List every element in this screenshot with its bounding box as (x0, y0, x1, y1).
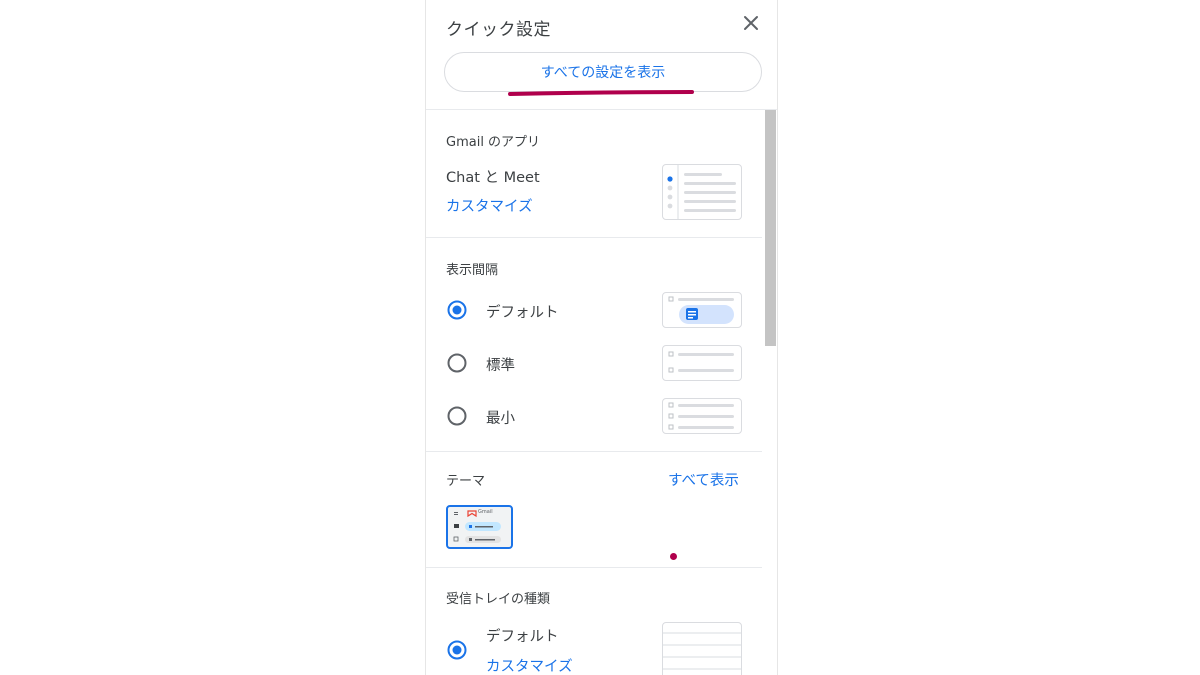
chat-meet-customize-link[interactable]: カスタマイズ (446, 195, 533, 216)
inbox-type-title: 受信トレイの種類 (446, 592, 551, 607)
theme-title: テーマ (446, 474, 486, 489)
inbox-type-section: 受信トレイの種類 デフォルト カスタマイズ (426, 568, 762, 675)
density-compact-radio[interactable] (446, 405, 468, 427)
all-settings-button[interactable]: すべての設定を表示 (444, 52, 762, 92)
highlight-underline (508, 90, 694, 96)
theme-view-all-link[interactable]: すべて表示 (668, 469, 739, 490)
panel-header: クイック設定 すべての設定を表示 (426, 0, 777, 110)
annotation-dot (670, 553, 677, 560)
density-default-preview-icon (668, 296, 734, 324)
density-compact-preview (662, 398, 742, 434)
density-title: 表示間隔 (446, 263, 499, 278)
theme-preview-logo-text: Gmail (478, 509, 493, 515)
theme-preview[interactable]: Gmail (446, 505, 513, 549)
density-standard-preview-icon (668, 351, 734, 373)
radio-unchecked-icon (447, 406, 467, 426)
inbox-default-radio[interactable] (446, 639, 468, 661)
inbox-default-label[interactable]: デフォルト (486, 625, 559, 646)
density-default-label[interactable]: デフォルト (486, 301, 559, 322)
quick-settings-panel: クイック設定 すべての設定を表示 Gmail のアプリ Chat と Meet … (425, 0, 778, 675)
density-compact-preview-icon (668, 402, 734, 430)
density-standard-label[interactable]: 標準 (486, 354, 515, 375)
density-standard-preview (662, 345, 742, 381)
density-default-preview (662, 292, 742, 328)
radio-unchecked-icon (447, 353, 467, 373)
chat-meet-label: Chat と Meet (446, 170, 540, 186)
density-standard-radio[interactable] (446, 352, 468, 374)
radio-checked-icon (447, 300, 467, 320)
scrollbar-thumb[interactable] (765, 110, 776, 346)
gmail-apps-section: Gmail のアプリ Chat と Meet カスタマイズ (426, 110, 762, 238)
gmail-apps-title: Gmail のアプリ (446, 135, 541, 150)
density-default-radio[interactable] (446, 299, 468, 321)
inbox-type-preview-icon (663, 632, 741, 670)
inbox-type-preview (662, 622, 742, 675)
panel-title: クイック設定 (446, 20, 551, 40)
settings-scroll-area: Gmail のアプリ Chat と Meet カスタマイズ 表示間隔 デフォルト… (426, 110, 762, 675)
chat-meet-preview (662, 164, 742, 220)
close-button[interactable] (738, 10, 764, 36)
theme-section: テーマ すべて表示 Gmail (426, 452, 762, 568)
inbox-customize-link[interactable]: カスタマイズ (486, 655, 573, 675)
radio-checked-icon (447, 640, 467, 660)
chat-meet-preview-icon (667, 165, 736, 219)
density-compact-label[interactable]: 最小 (486, 407, 515, 428)
density-section: 表示間隔 デフォルト 標準 最小 (426, 238, 762, 452)
close-icon (744, 16, 758, 30)
